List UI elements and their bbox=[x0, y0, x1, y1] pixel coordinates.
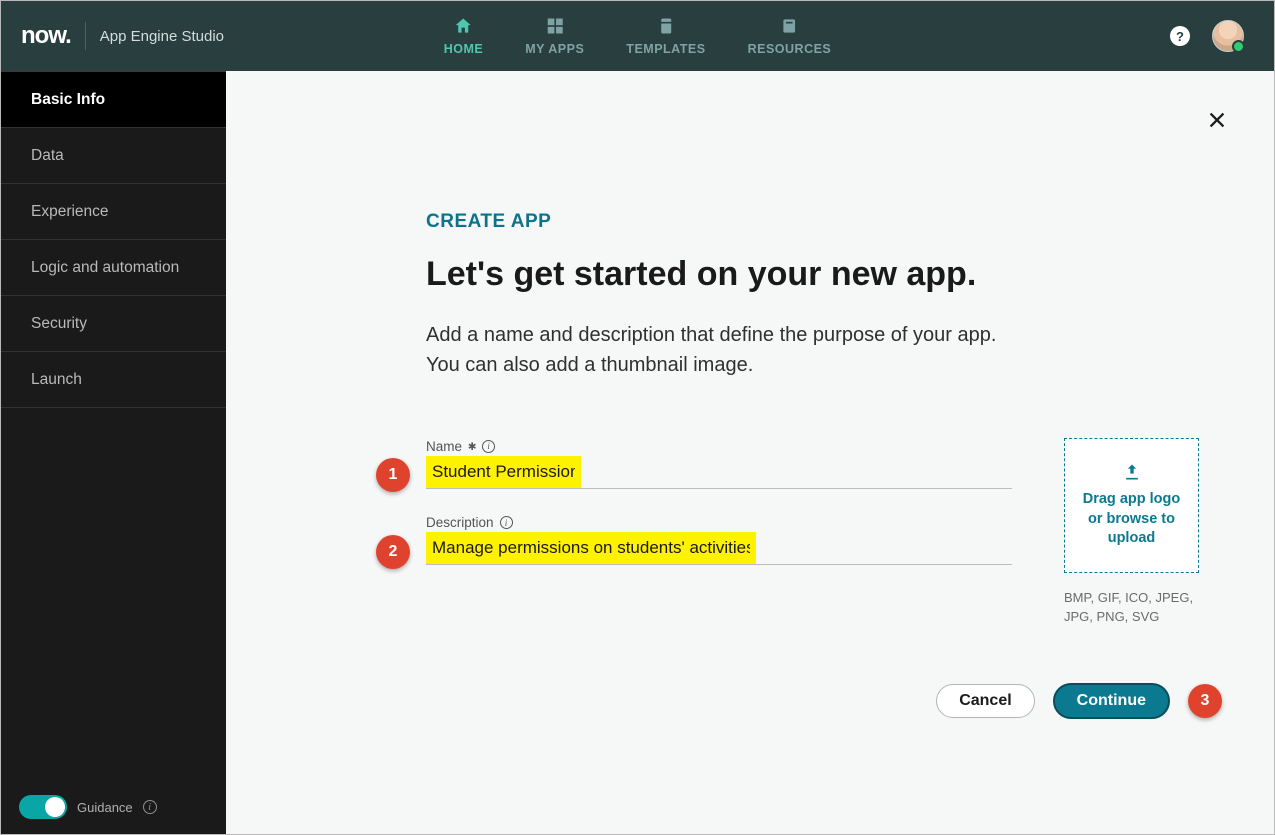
home-icon bbox=[453, 16, 473, 36]
app-title: App Engine Studio bbox=[100, 28, 224, 45]
dropzone-line1: Drag app logo bbox=[1083, 491, 1180, 507]
name-label: Name ✱ i bbox=[426, 438, 1012, 454]
description-input[interactable] bbox=[426, 532, 756, 564]
name-input[interactable] bbox=[426, 456, 581, 488]
nav-resources[interactable]: RESOURCES bbox=[748, 1, 832, 71]
nav-home-label: HOME bbox=[444, 42, 484, 56]
upload-formats: BMP, GIF, ICO, JPEG, JPG, PNG, SVG bbox=[1064, 589, 1214, 627]
callout-1: 1 bbox=[376, 458, 410, 492]
callout-3: 3 bbox=[1188, 684, 1222, 718]
required-indicator: ✱ bbox=[468, 438, 476, 454]
info-icon[interactable]: i bbox=[143, 800, 157, 814]
nav-templates[interactable]: TEMPLATES bbox=[626, 1, 705, 71]
sidebar-item-launch[interactable]: Launch bbox=[1, 352, 226, 408]
nav-home[interactable]: HOME bbox=[444, 1, 484, 71]
cancel-button[interactable]: Cancel bbox=[936, 684, 1034, 718]
description-field-group: 2 Description i bbox=[426, 515, 1012, 565]
description-label-text: Description bbox=[426, 515, 494, 530]
brand-separator bbox=[85, 22, 86, 50]
upload-icon bbox=[1122, 462, 1142, 482]
info-icon[interactable]: i bbox=[482, 440, 495, 453]
info-icon[interactable]: i bbox=[500, 516, 513, 529]
guidance-label: Guidance bbox=[77, 800, 133, 815]
name-label-text: Name bbox=[426, 439, 462, 454]
top-header: now. App Engine Studio HOME MY APPS TEMP… bbox=[1, 1, 1274, 71]
sidebar-item-data[interactable]: Data bbox=[1, 128, 226, 184]
lead-line1: Add a name and description that define t… bbox=[426, 324, 996, 346]
sidebar: Basic Info Data Experience Logic and aut… bbox=[1, 71, 226, 834]
name-field-group: 1 Name ✱ i bbox=[426, 438, 1012, 489]
continue-button[interactable]: Continue bbox=[1053, 683, 1170, 719]
help-icon[interactable]: ? bbox=[1170, 26, 1190, 46]
sidebar-item-logic[interactable]: Logic and automation bbox=[1, 240, 226, 296]
nav-templates-label: TEMPLATES bbox=[626, 42, 705, 56]
close-button[interactable] bbox=[1206, 109, 1228, 136]
logo-dropzone[interactable]: Drag app logo or browse to upload bbox=[1064, 438, 1199, 573]
nav-myapps[interactable]: MY APPS bbox=[525, 1, 584, 71]
description-label: Description i bbox=[426, 515, 1012, 530]
sidebar-item-basic-info[interactable]: Basic Info bbox=[1, 72, 226, 128]
dropzone-line2: or browse to bbox=[1088, 511, 1175, 527]
templates-icon bbox=[656, 16, 676, 36]
page-title: Let's get started on your new app. bbox=[426, 255, 1214, 294]
lead-line2: You can also add a thumbnail image. bbox=[426, 354, 753, 376]
brand-logo: now. bbox=[21, 22, 71, 50]
guidance-toggle[interactable] bbox=[19, 795, 67, 819]
nav-resources-label: RESOURCES bbox=[748, 42, 832, 56]
avatar[interactable] bbox=[1212, 20, 1244, 52]
main-panel: CREATE APP Let's get started on your new… bbox=[226, 71, 1274, 834]
top-nav: HOME MY APPS TEMPLATES RESOURCES bbox=[444, 1, 832, 71]
sidebar-item-experience[interactable]: Experience bbox=[1, 184, 226, 240]
callout-2: 2 bbox=[376, 535, 410, 569]
nav-myapps-label: MY APPS bbox=[525, 42, 584, 56]
eyebrow: CREATE APP bbox=[426, 211, 1214, 233]
grid-icon bbox=[545, 16, 565, 36]
sidebar-item-security[interactable]: Security bbox=[1, 296, 226, 352]
resources-icon bbox=[779, 16, 799, 36]
page-lead: Add a name and description that define t… bbox=[426, 320, 1066, 380]
close-icon bbox=[1206, 109, 1228, 131]
dropzone-line3: upload bbox=[1108, 530, 1156, 546]
